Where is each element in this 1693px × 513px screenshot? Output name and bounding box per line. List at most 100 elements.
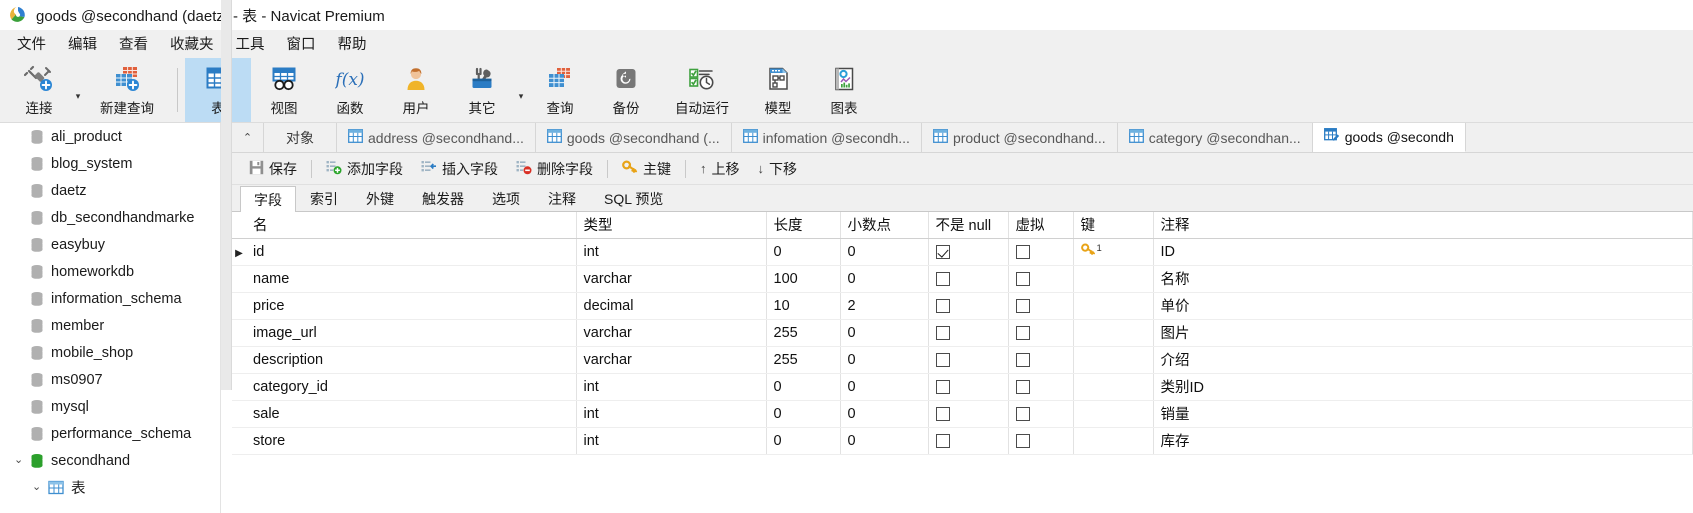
menu-favorites[interactable]: 收藏夹 bbox=[159, 30, 225, 57]
cell-field-length[interactable]: 10 bbox=[766, 292, 841, 320]
cell-field-type[interactable]: int bbox=[576, 238, 767, 266]
cell-field-decimals[interactable]: 0 bbox=[840, 265, 929, 293]
cell-field-type[interactable]: int bbox=[576, 427, 767, 455]
cell-key[interactable] bbox=[1073, 319, 1154, 347]
move-down-button[interactable]: ↓ 下移 bbox=[749, 156, 807, 182]
column-header-key[interactable]: 键 bbox=[1073, 212, 1154, 239]
cell-virtual[interactable] bbox=[1008, 319, 1074, 347]
virtual-checkbox[interactable] bbox=[1015, 352, 1030, 367]
add-field-button[interactable]: 添加字段 bbox=[317, 156, 412, 182]
menu-file[interactable]: 文件 bbox=[6, 30, 57, 57]
cell-field-length[interactable]: 0 bbox=[766, 427, 841, 455]
cell-field-name[interactable]: category_id bbox=[246, 373, 577, 401]
cell-field-name[interactable]: description bbox=[246, 346, 577, 374]
subtab-sql-preview[interactable]: SQL 预览 bbox=[590, 185, 677, 211]
cell-virtual[interactable] bbox=[1008, 400, 1074, 428]
ribbon-query[interactable]: 查询 bbox=[527, 58, 593, 122]
cell-field-decimals[interactable]: 2 bbox=[840, 292, 929, 320]
ribbon-table[interactable]: 表 bbox=[185, 58, 251, 122]
subtab-triggers[interactable]: 触发器 bbox=[408, 185, 478, 211]
tab-objects[interactable]: 对象 bbox=[264, 123, 337, 152]
cell-field-length[interactable]: 255 bbox=[766, 319, 841, 347]
chevron-down-icon[interactable]: ⌄ bbox=[14, 455, 23, 466]
cell-virtual[interactable] bbox=[1008, 292, 1074, 320]
save-button[interactable]: 保存 bbox=[240, 156, 306, 182]
column-header-comment[interactable]: 注释 bbox=[1153, 212, 1693, 239]
chevron-up-icon[interactable]: ⌃ bbox=[232, 123, 264, 152]
cell-key[interactable] bbox=[1073, 292, 1154, 320]
cell-field-type[interactable]: varchar bbox=[576, 319, 767, 347]
sidebar-item-ali-product[interactable]: ali_product bbox=[0, 123, 220, 150]
sidebar-item-mobile-shop[interactable]: mobile_shop bbox=[0, 339, 220, 366]
not-null-checkbox[interactable] bbox=[935, 271, 950, 286]
cell-field-length[interactable]: 0 bbox=[766, 373, 841, 401]
cell-field-decimals[interactable]: 0 bbox=[840, 427, 929, 455]
sidebar-item-tables[interactable]: ⌄ 表 bbox=[0, 474, 220, 501]
primary-key-button[interactable]: 主键 bbox=[613, 156, 680, 182]
cell-not-null[interactable] bbox=[928, 427, 1009, 455]
sidebar-item-member[interactable]: member bbox=[0, 312, 220, 339]
ribbon-other[interactable]: 其它 bbox=[449, 58, 515, 122]
virtual-checkbox[interactable] bbox=[1015, 244, 1030, 259]
ribbon-connection[interactable]: 连接 bbox=[6, 58, 72, 122]
column-header-not-null[interactable]: 不是 null bbox=[928, 212, 1009, 239]
cell-field-type[interactable]: varchar bbox=[576, 346, 767, 374]
not-null-checkbox[interactable] bbox=[935, 325, 950, 340]
virtual-checkbox[interactable] bbox=[1015, 271, 1030, 286]
cell-key[interactable] bbox=[1073, 346, 1154, 374]
cell-comment[interactable]: 库存 bbox=[1153, 427, 1693, 455]
sidebar-item-db-secondhandmarke[interactable]: db_secondhandmarke bbox=[0, 204, 220, 231]
ribbon-automation[interactable]: 自动运行 bbox=[659, 58, 745, 122]
cell-virtual[interactable] bbox=[1008, 427, 1074, 455]
column-header-virtual[interactable]: 虚拟 bbox=[1008, 212, 1074, 239]
menu-view[interactable]: 查看 bbox=[108, 30, 159, 57]
cell-field-length[interactable]: 0 bbox=[766, 400, 841, 428]
tab-goods-design[interactable]: goods @secondh bbox=[1312, 123, 1466, 152]
ribbon-view[interactable]: 视图 bbox=[251, 58, 317, 122]
tab-product[interactable]: product @secondhand... bbox=[922, 123, 1118, 152]
insert-field-button[interactable]: 插入字段 bbox=[412, 156, 507, 182]
cell-not-null[interactable] bbox=[928, 346, 1009, 374]
ribbon-model[interactable]: 模型 bbox=[745, 58, 811, 122]
not-null-checkbox[interactable] bbox=[935, 379, 950, 394]
cell-field-name[interactable]: price bbox=[246, 292, 577, 320]
not-null-checkbox[interactable] bbox=[935, 406, 950, 421]
tab-goods-data[interactable]: goods @secondhand (... bbox=[536, 123, 732, 152]
ribbon-chart[interactable]: 图表 bbox=[811, 58, 877, 122]
menu-help[interactable]: 帮助 bbox=[327, 30, 378, 57]
sidebar-item-daetz[interactable]: daetz bbox=[0, 177, 220, 204]
cell-field-decimals[interactable]: 0 bbox=[840, 400, 929, 428]
cell-comment[interactable]: 单价 bbox=[1153, 292, 1693, 320]
table-row[interactable]: name varchar 100 0 名称 bbox=[232, 265, 1693, 293]
cell-field-decimals[interactable]: 0 bbox=[840, 373, 929, 401]
cell-field-length[interactable]: 100 bbox=[766, 265, 841, 293]
sidebar-item-performance-schema[interactable]: performance_schema bbox=[0, 420, 220, 447]
cell-virtual[interactable] bbox=[1008, 238, 1074, 266]
cell-field-name[interactable]: image_url bbox=[246, 319, 577, 347]
virtual-checkbox[interactable] bbox=[1015, 325, 1030, 340]
sidebar-item-easybuy[interactable]: easybuy bbox=[0, 231, 220, 258]
menu-edit[interactable]: 编辑 bbox=[57, 30, 108, 57]
cell-comment[interactable]: 销量 bbox=[1153, 400, 1693, 428]
sidebar-item-information-schema[interactable]: information_schema bbox=[0, 285, 220, 312]
cell-key[interactable] bbox=[1073, 400, 1154, 428]
table-row[interactable]: ▶ id int 0 0 1 ID bbox=[232, 238, 1693, 266]
cell-not-null[interactable] bbox=[928, 373, 1009, 401]
table-row[interactable]: image_url varchar 255 0 图片 bbox=[232, 319, 1693, 347]
column-header-name[interactable]: 名 bbox=[246, 212, 577, 239]
table-row[interactable]: description varchar 255 0 介绍 bbox=[232, 346, 1693, 374]
cell-key[interactable] bbox=[1073, 265, 1154, 293]
tab-address[interactable]: address @secondhand... bbox=[337, 123, 536, 152]
sidebar-item-secondhand[interactable]: ⌄ secondhand bbox=[0, 447, 220, 474]
cell-field-length[interactable]: 255 bbox=[766, 346, 841, 374]
table-row[interactable]: store int 0 0 库存 bbox=[232, 427, 1693, 455]
virtual-checkbox[interactable] bbox=[1015, 379, 1030, 394]
chevron-down-icon[interactable]: ⌄ bbox=[32, 482, 41, 493]
cell-virtual[interactable] bbox=[1008, 346, 1074, 374]
cell-field-decimals[interactable]: 0 bbox=[840, 238, 929, 266]
cell-not-null[interactable] bbox=[928, 400, 1009, 428]
subtab-fields[interactable]: 字段 bbox=[240, 186, 296, 212]
table-row[interactable]: category_id int 0 0 类别ID bbox=[232, 373, 1693, 401]
tab-category[interactable]: category @secondhan... bbox=[1118, 123, 1313, 152]
sidebar-splitter[interactable] bbox=[221, 0, 232, 390]
